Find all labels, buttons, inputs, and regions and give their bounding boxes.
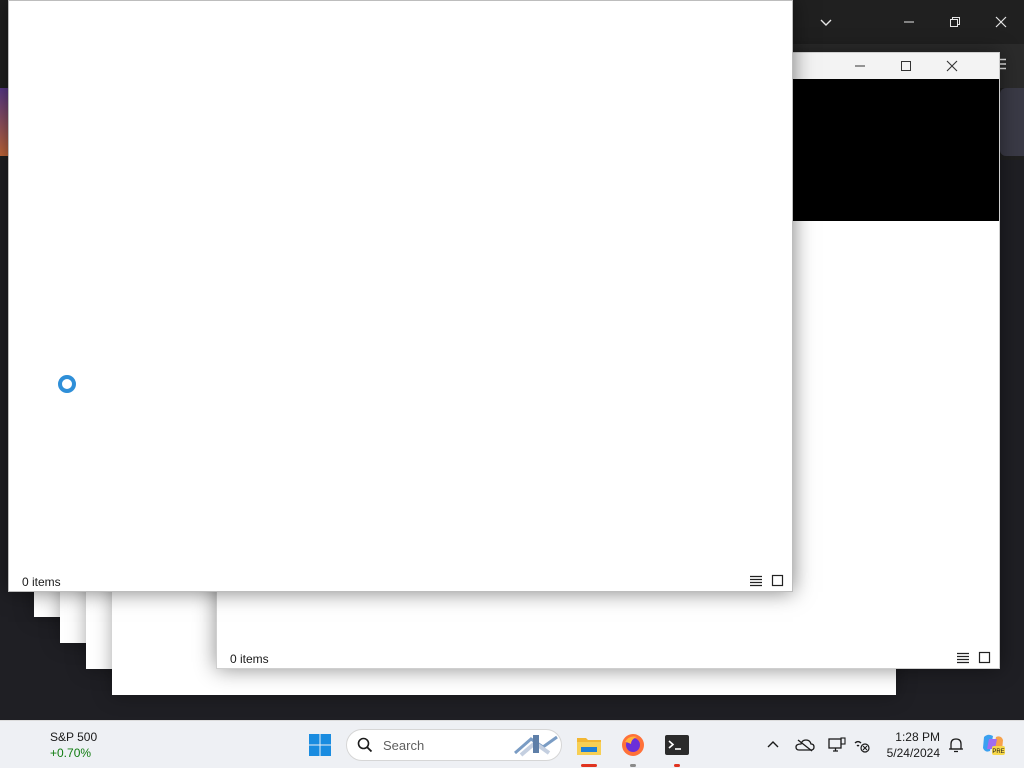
explorer-window-front[interactable]: 0 items [8, 0, 793, 592]
background-window-panel [1000, 88, 1024, 156]
background-window-edge [0, 88, 8, 156]
search-highlight-art [514, 735, 558, 757]
tiles-view-icon[interactable] [771, 574, 784, 592]
device-icon[interactable] [827, 735, 847, 755]
widget-change: +0.70% [50, 746, 92, 760]
view-switcher [956, 651, 991, 669]
clock-date: 5/24/2024 [886, 746, 940, 760]
network-icon[interactable] [852, 735, 872, 755]
status-item-count: 0 items [22, 575, 61, 589]
app-running-indicator [630, 764, 636, 767]
chevron-down-icon[interactable] [803, 0, 849, 44]
taskbar-search[interactable]: Search [346, 729, 562, 761]
loading-spinner-icon [58, 375, 76, 393]
search-icon [357, 737, 373, 753]
close-icon[interactable] [929, 53, 975, 79]
desktop: 0 items 0 items [0, 0, 1024, 720]
taskbar: S&P 500 +0.70% Search 1:28 PM 5/24/2024 … [0, 720, 1024, 768]
maximize-icon[interactable] [883, 53, 929, 79]
status-item-count: 0 items [230, 652, 269, 666]
details-view-icon[interactable] [956, 651, 970, 669]
onedrive-icon[interactable] [795, 735, 815, 755]
restore-icon[interactable] [932, 0, 978, 44]
file-explorer-icon[interactable] [573, 729, 605, 767]
search-placeholder: Search [383, 738, 425, 753]
clock-time: 1:28 PM [895, 730, 940, 744]
stock-widget[interactable]: S&P 500 +0.70% [50, 729, 97, 761]
system-clock[interactable]: 1:28 PM 5/24/2024 [880, 729, 940, 761]
copilot-icon[interactable]: PRE [980, 731, 1006, 757]
close-icon[interactable] [978, 0, 1024, 44]
tiles-view-icon[interactable] [978, 651, 991, 669]
minimize-icon[interactable] [886, 0, 932, 44]
widget-title: S&P 500 [50, 730, 98, 744]
notification-icon[interactable] [946, 735, 966, 755]
details-view-icon[interactable] [749, 574, 763, 592]
preview-area [791, 79, 999, 221]
minimize-icon[interactable] [837, 53, 883, 79]
terminal-icon[interactable] [661, 729, 693, 767]
firefox-icon[interactable] [617, 729, 649, 767]
windows-start-icon[interactable] [308, 733, 332, 757]
view-switcher [749, 574, 784, 592]
chevron-up-icon[interactable] [763, 735, 783, 755]
svg-text:PRE: PRE [992, 749, 1004, 755]
app-running-indicator [674, 764, 680, 767]
app-running-indicator [581, 764, 597, 767]
